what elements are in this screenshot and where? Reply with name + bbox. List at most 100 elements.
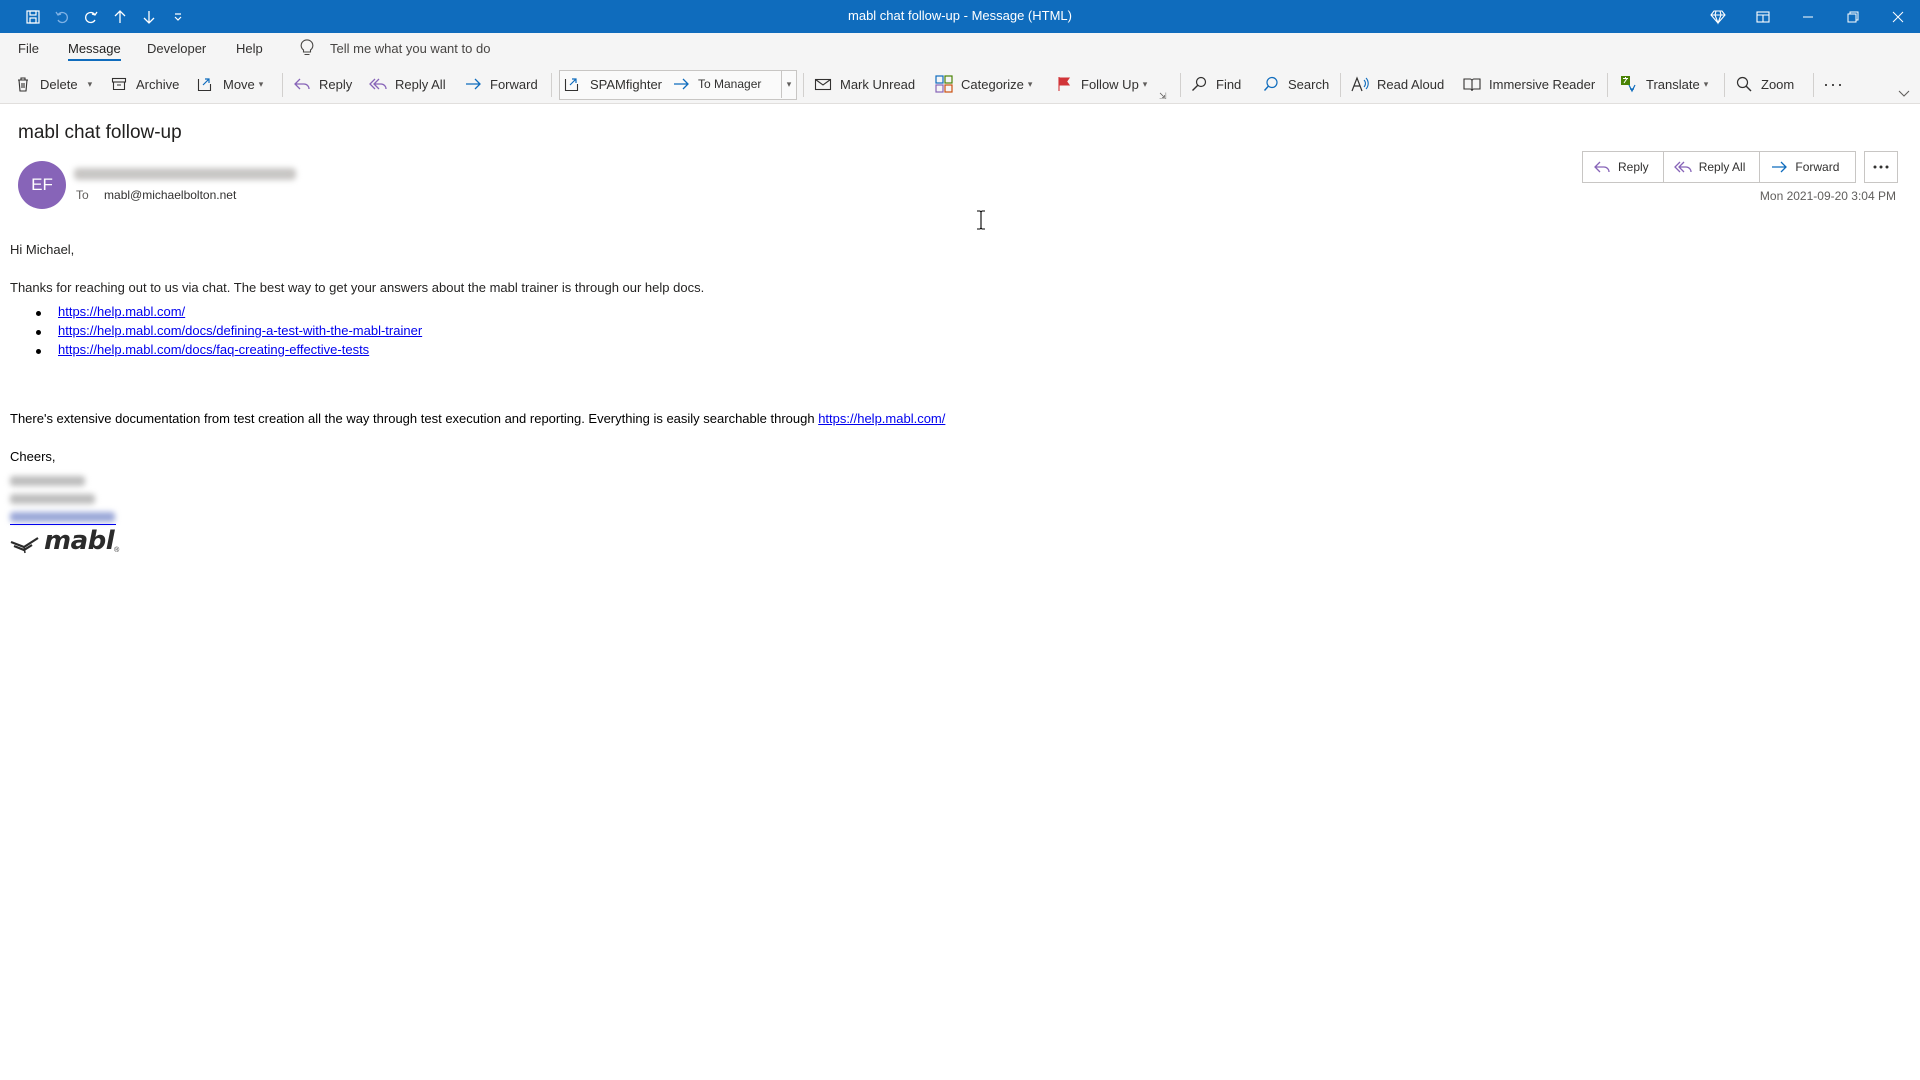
- window-title: mabl chat follow-up - Message (HTML): [848, 8, 1072, 23]
- ribbon-divider: [803, 73, 804, 97]
- list-item: https://help.mabl.com/docs/faq-creating-…: [35, 342, 422, 361]
- recipient-address[interactable]: mabl@michaelbolton.net: [104, 188, 236, 202]
- search-button[interactable]: Search: [1262, 73, 1329, 95]
- minimize-icon[interactable]: [1785, 0, 1830, 33]
- reply-all-label: Reply All: [395, 76, 446, 92]
- quick-step-to-manager[interactable]: To Manager: [672, 73, 761, 95]
- forward-icon: [464, 75, 482, 93]
- delete-label: Delete: [40, 76, 78, 92]
- signature-redacted: [10, 476, 85, 486]
- archive-label: Archive: [136, 76, 180, 92]
- greeting: Hi Michael,: [10, 242, 75, 257]
- ribbon-divider: [1340, 73, 1341, 97]
- trash-icon: [14, 75, 32, 93]
- categorize-button[interactable]: Categorize ▾: [935, 73, 1032, 95]
- reply-icon: [1593, 159, 1611, 175]
- mark-unread-button[interactable]: Mark Unread: [814, 73, 915, 95]
- find-label: Find: [1216, 76, 1242, 92]
- chevron-down-icon[interactable]: ▾: [259, 79, 264, 90]
- quick-step-1-label: SPAMfighter: [590, 76, 663, 92]
- logo-text: mabl: [44, 526, 115, 556]
- reply-all-action-button[interactable]: Reply All: [1662, 151, 1761, 183]
- archive-button[interactable]: Archive: [110, 73, 179, 95]
- tab-file[interactable]: File: [18, 41, 39, 56]
- ribbon-display-icon[interactable]: [1740, 0, 1785, 33]
- mark-unread-label: Mark Unread: [840, 76, 916, 92]
- list-item: https://help.mabl.com/docs/defining-a-te…: [35, 323, 422, 342]
- find-button[interactable]: Find: [1190, 73, 1241, 95]
- reply-button[interactable]: Reply: [293, 73, 352, 95]
- body-paragraph-2: There's extensive documentation from tes…: [10, 411, 945, 426]
- zoom-button[interactable]: Zoom: [1735, 73, 1794, 95]
- mabl-bird-icon: [10, 532, 40, 554]
- forward-button[interactable]: Forward: [464, 73, 538, 95]
- body-paragraph-1: Thanks for reaching out to us via chat. …: [10, 280, 705, 295]
- reply-all-button[interactable]: Reply All: [369, 73, 446, 95]
- flag-icon: [1055, 75, 1073, 93]
- ribbon-divider: [1724, 73, 1725, 97]
- more-commands-icon[interactable]: ···: [1823, 73, 1844, 95]
- chevron-down-icon[interactable]: ▾: [1704, 79, 1709, 90]
- text-cursor-icon: [976, 210, 986, 230]
- immersive-reader-label: Immersive Reader: [1489, 76, 1596, 92]
- help-link[interactable]: https://help.mabl.com/: [818, 411, 945, 426]
- chevron-down-icon[interactable]: ▾: [1143, 79, 1148, 90]
- more-actions-icon[interactable]: [1864, 151, 1898, 183]
- help-link[interactable]: https://help.mabl.com/docs/faq-creating-…: [58, 342, 369, 357]
- tell-me-search[interactable]: Tell me what you want to do: [300, 39, 490, 57]
- zoom-icon: [1735, 75, 1753, 93]
- reply-label: Reply: [319, 76, 353, 92]
- ribbon-divider: [282, 73, 283, 97]
- tab-help[interactable]: Help: [236, 41, 263, 56]
- collapse-ribbon-icon[interactable]: [1898, 83, 1910, 105]
- mabl-logo: mabl ®: [10, 528, 119, 554]
- signature-link-redacted[interactable]: [10, 512, 115, 522]
- reply-action-button[interactable]: Reply: [1582, 151, 1664, 183]
- ribbon-divider: [1607, 73, 1608, 97]
- translate-button[interactable]: Translate ▾: [1620, 73, 1708, 95]
- closing: Cheers,: [10, 449, 56, 464]
- find-icon: [1190, 75, 1208, 93]
- title-bar: mabl chat follow-up - Message (HTML): [0, 0, 1920, 33]
- close-icon[interactable]: [1875, 0, 1920, 33]
- ribbon-divider: [1180, 73, 1181, 97]
- help-link[interactable]: https://help.mabl.com/docs/defining-a-te…: [58, 323, 422, 338]
- window-controls: [1695, 0, 1920, 33]
- quick-steps-more-icon[interactable]: ▾: [781, 70, 796, 98]
- categorize-label: Categorize: [961, 76, 1024, 92]
- avatar[interactable]: EF: [18, 161, 66, 209]
- message-actions: Reply Reply All Forward: [1582, 151, 1857, 183]
- help-link[interactable]: https://help.mabl.com/: [58, 304, 185, 319]
- chevron-down-icon[interactable]: ▾: [1028, 79, 1033, 90]
- spamfighter-icon: [564, 75, 582, 93]
- list-item: https://help.mabl.com/: [35, 304, 422, 323]
- follow-up-label: Follow Up: [1081, 76, 1139, 92]
- archive-icon: [110, 75, 128, 93]
- sender-name-redacted[interactable]: [74, 168, 296, 180]
- tab-message[interactable]: Message: [68, 41, 121, 61]
- quick-step-spamfighter[interactable]: SPAMfighter: [564, 73, 662, 95]
- to-label: To: [76, 188, 89, 202]
- search-icon: [1262, 75, 1280, 93]
- tab-developer[interactable]: Developer: [147, 41, 206, 56]
- immersive-reader-icon: [1463, 75, 1481, 93]
- message-date: Mon 2021-09-20 3:04 PM: [1759, 189, 1896, 203]
- diamond-icon[interactable]: [1695, 0, 1740, 33]
- chevron-down-icon[interactable]: ▾: [88, 79, 93, 90]
- lightbulb-icon: [300, 39, 314, 57]
- reply-all-icon: [1673, 159, 1692, 175]
- restore-icon[interactable]: [1830, 0, 1875, 33]
- forward-action-button[interactable]: Forward: [1759, 151, 1857, 183]
- help-links-list: https://help.mabl.com/ https://help.mabl…: [35, 304, 422, 361]
- delete-button[interactable]: Delete ▾: [14, 73, 92, 95]
- paragraph-2-text: There's extensive documentation from tes…: [10, 411, 819, 426]
- reply-all-icon: [369, 75, 387, 93]
- forward-icon: [1770, 159, 1788, 175]
- dialog-launcher-icon[interactable]: ⇲: [1159, 85, 1167, 107]
- reply-action-label: Reply: [1618, 160, 1649, 174]
- move-button[interactable]: Move ▾: [197, 73, 263, 95]
- ribbon-toolbar: Delete ▾ Archive Move ▾ Reply Reply All …: [0, 65, 1920, 104]
- follow-up-button[interactable]: Follow Up ▾: [1055, 73, 1147, 95]
- read-aloud-button[interactable]: Read Aloud: [1351, 73, 1444, 95]
- immersive-reader-button[interactable]: Immersive Reader: [1463, 73, 1595, 95]
